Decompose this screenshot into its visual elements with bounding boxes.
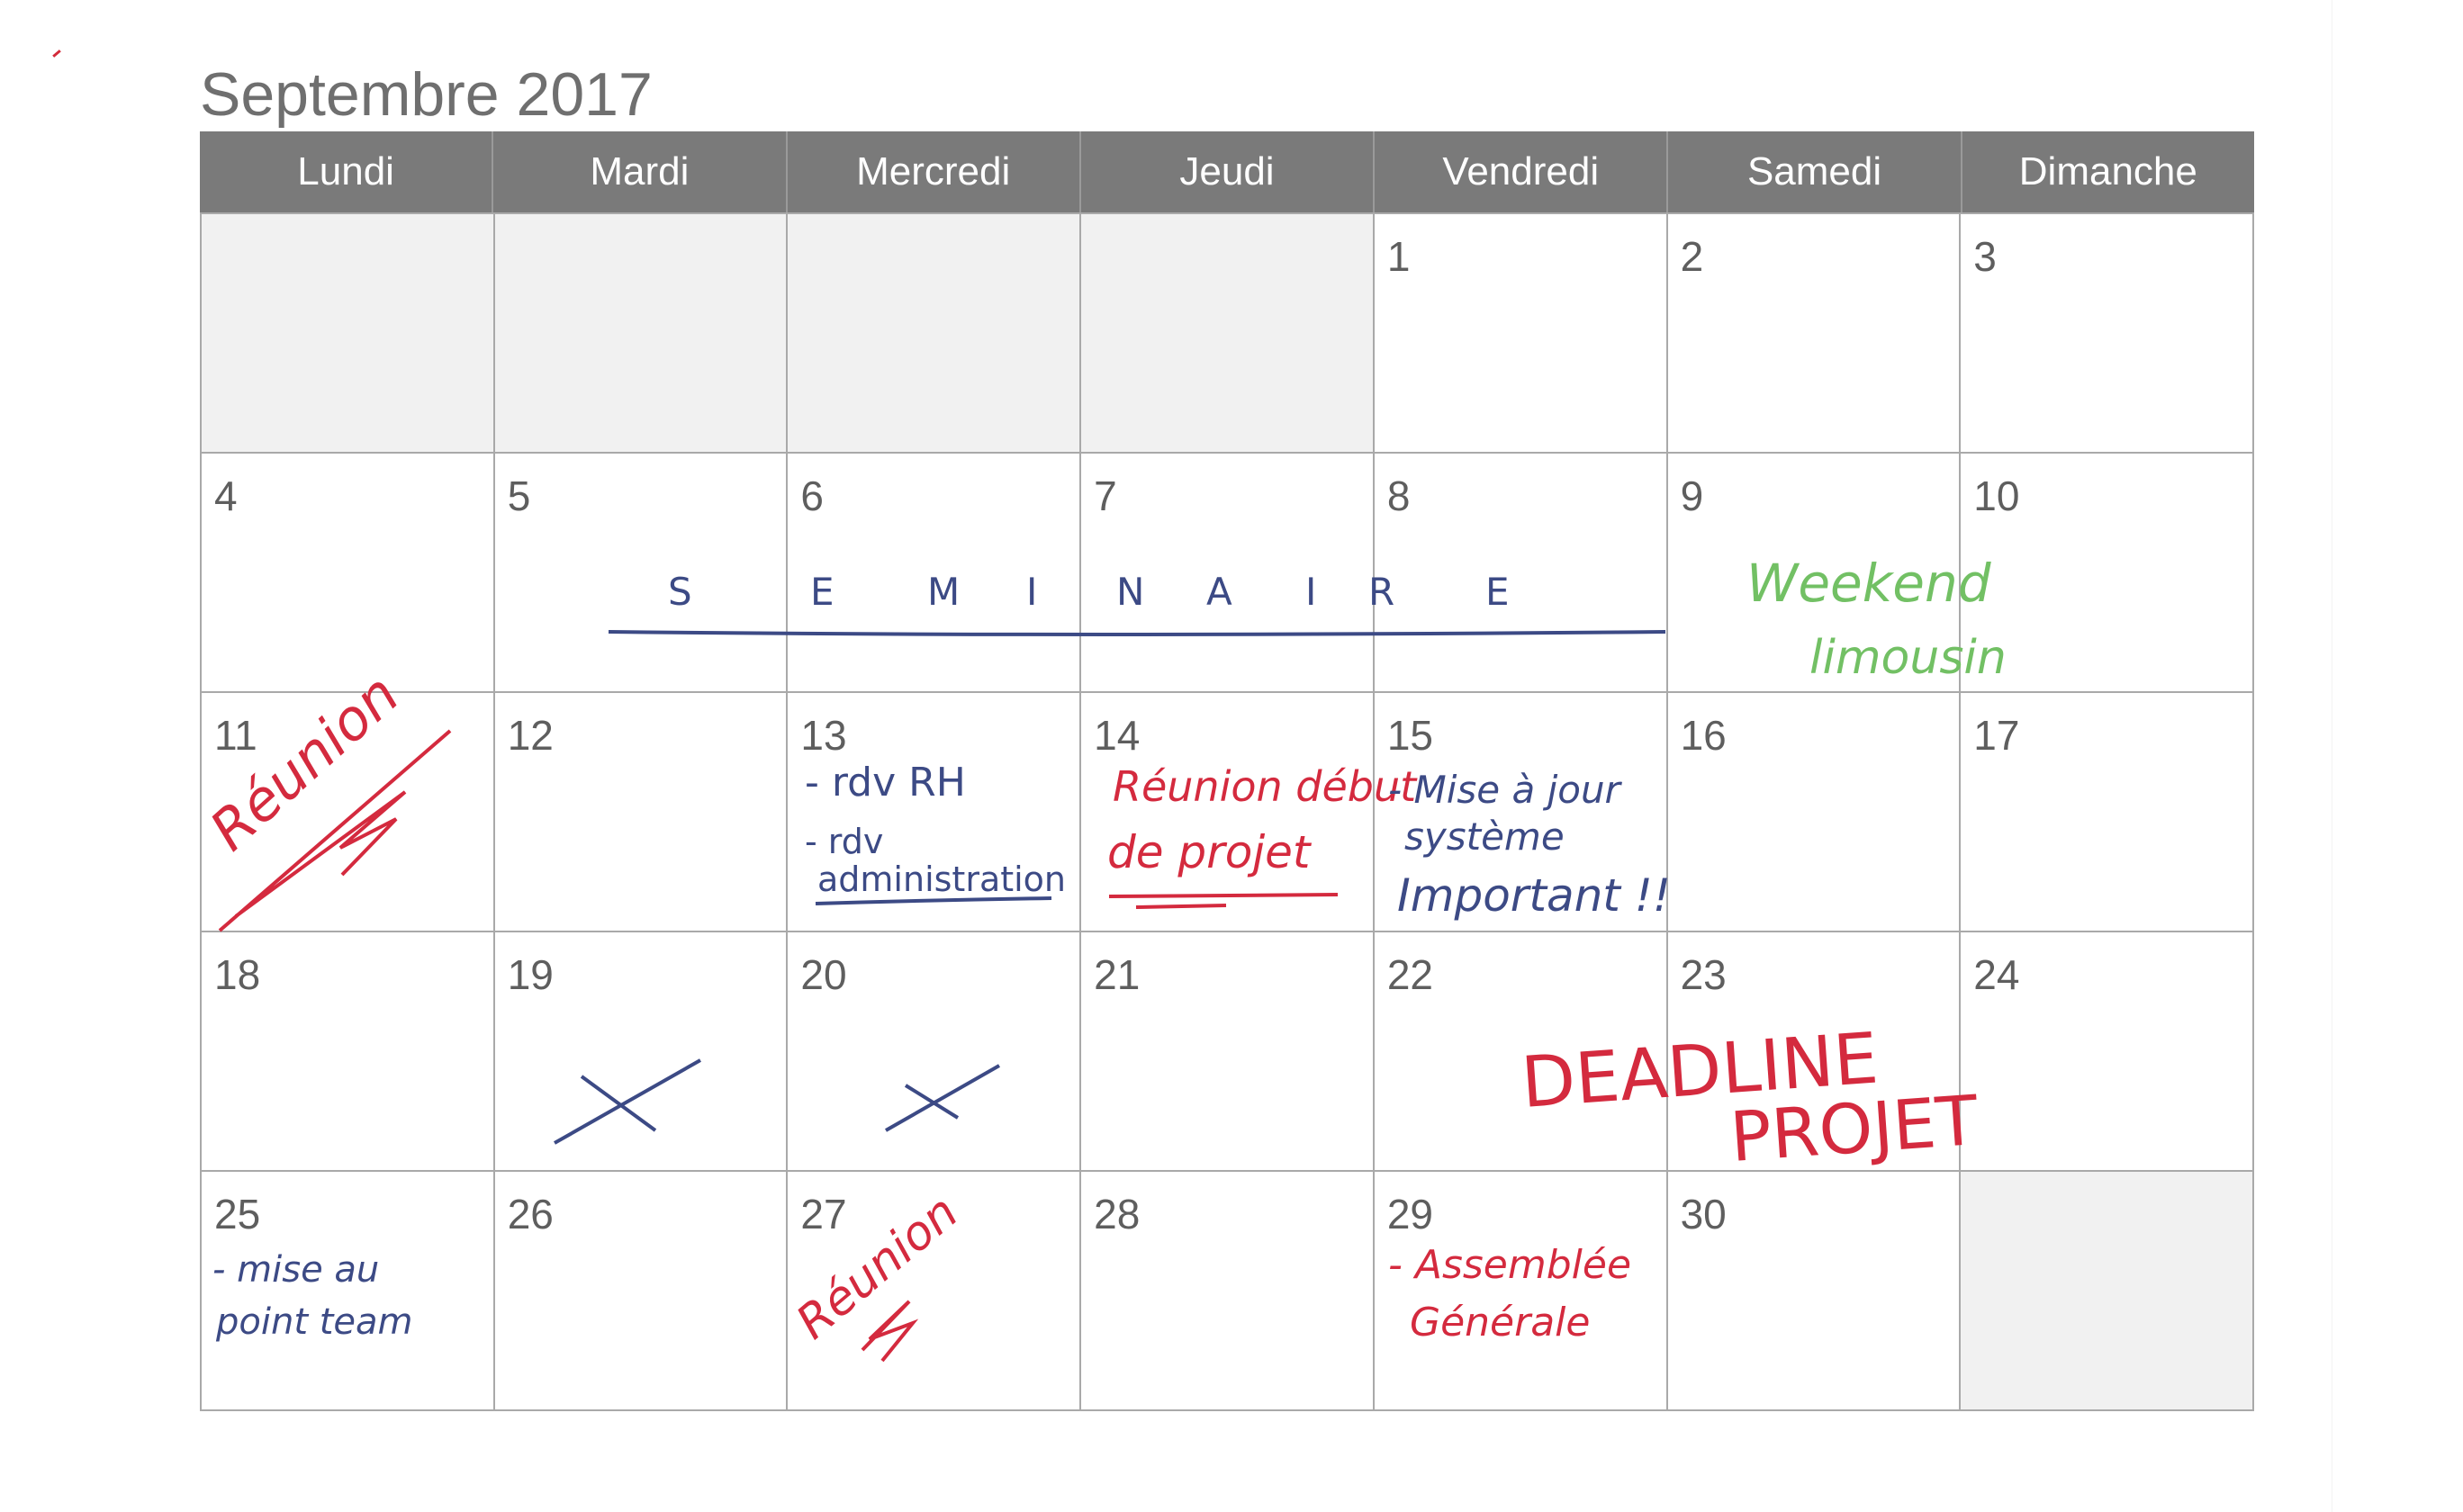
day-number: 14 [1094,712,1141,759]
empty-day-cell [202,214,495,454]
day-number: 21 [1094,951,1141,998]
day-cell[interactable]: 24 [1961,932,2254,1172]
day-cell[interactable]: 10 [1961,454,2254,693]
day-cell[interactable]: 5 [494,454,789,693]
day-cell[interactable]: 29 [1374,1172,1668,1411]
day-cell[interactable]: 22 [1374,932,1668,1172]
day-cell[interactable]: 28 [1081,1172,1375,1411]
day-number: 24 [1973,951,2020,998]
day-cell[interactable]: 14 [1081,693,1375,932]
day-cell[interactable]: 15 [1374,693,1668,932]
day-cell[interactable]: 25 [202,1172,495,1411]
day-number: 13 [800,712,847,759]
day-number: 23 [1680,951,1727,998]
month-title: Septembre 2017 [200,60,653,129]
day-number: 27 [800,1191,847,1238]
day-number: 11 [214,712,257,759]
weekday-sunday: Dimanche [1960,131,2254,212]
day-cell[interactable]: 13 [788,693,1082,932]
day-cell[interactable]: 30 [1667,1172,1962,1411]
day-cell[interactable]: 27 [788,1172,1082,1411]
day-cell[interactable]: 6 [788,454,1082,693]
day-number: 1 [1386,233,1411,280]
red-pen-mark [52,50,61,58]
day-number: 19 [507,951,554,998]
day-number: 22 [1386,951,1434,998]
day-number: 6 [800,472,825,519]
day-grid: 1 2 3 4 5 6 7 8 9 10 11 12 13 14 15 16 17 18 19 20 21 22 23 24 2… [200,212,2254,1411]
day-number: 4 [214,472,238,519]
empty-day-cell [1081,214,1375,454]
day-number: 28 [1094,1191,1141,1238]
day-cell[interactable]: 16 [1667,693,1962,932]
day-cell[interactable]: 26 [494,1172,789,1411]
calendar-grid: Lundi Mardi Mercredi Jeudi Vendredi Same… [200,131,2254,1411]
empty-day-cell [494,214,789,454]
day-number: 16 [1680,712,1727,759]
empty-day-cell [1961,1172,2254,1411]
day-number: 29 [1386,1191,1434,1238]
weekday-header: Lundi Mardi Mercredi Jeudi Vendredi Same… [200,131,2254,212]
day-number: 20 [800,951,847,998]
day-cell[interactable]: 1 [1374,214,1668,454]
day-number: 8 [1386,472,1411,519]
day-number: 15 [1386,712,1434,759]
day-cell[interactable]: 9 [1667,454,1962,693]
day-number: 26 [507,1191,554,1238]
day-cell[interactable]: 19 [494,932,789,1172]
day-number: 7 [1094,472,1117,519]
day-cell[interactable]: 21 [1081,932,1375,1172]
weekday-tuesday: Mardi [492,131,785,212]
weekday-saturday: Samedi [1666,131,1960,212]
weekday-wednesday: Mercredi [785,131,1079,212]
day-number: 2 [1680,233,1704,280]
day-cell[interactable]: 8 [1374,454,1668,693]
day-number: 25 [214,1191,261,1238]
day-number: 10 [1973,472,2020,519]
day-number: 5 [507,472,531,519]
day-cell[interactable]: 23 [1667,932,1962,1172]
day-number: 3 [1973,233,1997,280]
day-cell[interactable]: 12 [494,693,789,932]
day-cell[interactable]: 3 [1961,214,2254,454]
day-cell[interactable]: 4 [202,454,495,693]
day-number: 9 [1680,472,1704,519]
day-cell[interactable]: 11 [202,693,495,932]
day-number: 30 [1680,1191,1727,1238]
empty-day-cell [788,214,1082,454]
day-number: 18 [214,951,261,998]
day-cell[interactable]: 18 [202,932,495,1172]
day-cell[interactable]: 17 [1961,693,2254,932]
weekday-friday: Vendredi [1373,131,1666,212]
weekday-thursday: Jeudi [1078,131,1373,212]
day-cell[interactable]: 2 [1667,214,1962,454]
day-cell[interactable]: 20 [788,932,1082,1172]
weekday-monday: Lundi [297,149,394,194]
day-number: 12 [507,712,554,759]
day-cell[interactable]: 7 [1081,454,1375,693]
day-number: 17 [1973,712,2020,759]
